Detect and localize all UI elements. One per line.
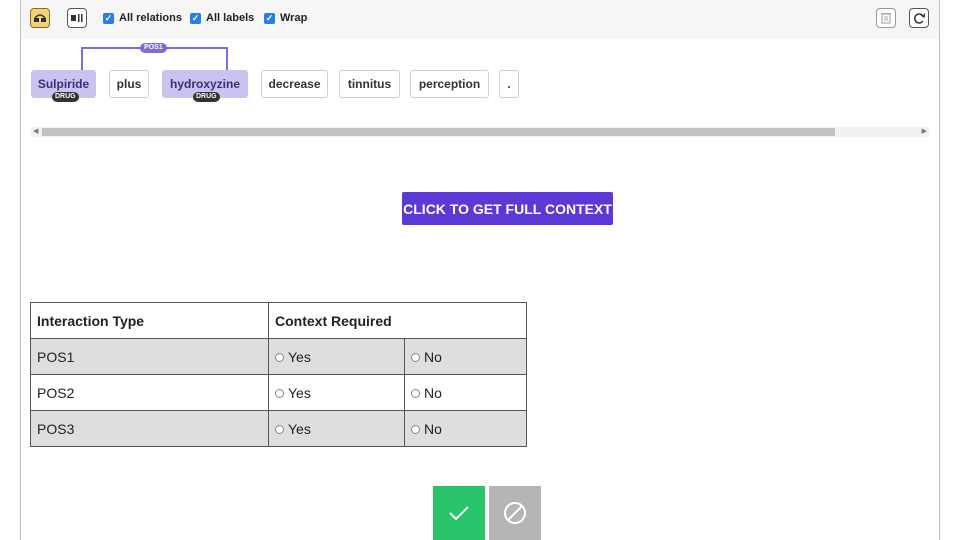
toolbar: ✓ All relations ✓ All labels ✓ Wrap (21, 0, 939, 39)
relation-mode-icon (34, 14, 46, 22)
yes-label: Yes (288, 420, 311, 437)
table-row: POS1 Yes No (30, 338, 527, 375)
checkbox-checked-icon: ✓ (264, 12, 275, 24)
relation-arc-left (81, 47, 83, 70)
radio-icon[interactable] (275, 425, 284, 435)
accept-button[interactable] (433, 486, 485, 540)
reset-button[interactable] (909, 8, 929, 28)
no-label: No (424, 420, 442, 437)
all-relations-label: All relations (119, 12, 182, 24)
checkbox-checked-icon: ✓ (190, 12, 201, 24)
radio-icon[interactable] (275, 389, 284, 399)
interaction-type-cell: POS3 (30, 410, 269, 447)
radio-icon[interactable] (275, 353, 284, 363)
token-tinnitus[interactable]: tinnitus (339, 70, 400, 98)
entity-label-badge[interactable]: DRUG (52, 92, 79, 102)
entity-mode-button[interactable] (67, 8, 87, 28)
no-option[interactable]: No (404, 410, 527, 447)
refresh-icon (913, 12, 925, 24)
interaction-table: Interaction Type Context Required POS1 Y… (30, 302, 527, 447)
interaction-type-cell: POS1 (30, 338, 269, 375)
get-full-context-button[interactable]: CLICK TO GET FULL CONTEXT (402, 192, 613, 225)
prohibited-icon (504, 502, 526, 524)
scroll-left-icon[interactable]: ◀ (33, 127, 38, 137)
table-row: POS3 Yes No (30, 410, 527, 447)
delete-button[interactable] (876, 8, 896, 28)
no-option[interactable]: No (404, 374, 527, 411)
trash-icon (881, 13, 891, 24)
all-labels-label: All labels (206, 12, 255, 24)
relation-arc-right (226, 47, 228, 70)
interaction-type-cell: POS2 (30, 374, 269, 411)
token-perception[interactable]: perception (410, 70, 489, 98)
yes-option[interactable]: Yes (268, 374, 405, 411)
check-icon (449, 506, 469, 521)
all-labels-checkbox[interactable]: ✓ All labels (190, 12, 254, 24)
scroll-thumb[interactable] (42, 128, 835, 136)
no-option[interactable]: No (404, 338, 527, 375)
yes-option[interactable]: Yes (268, 338, 405, 375)
wrap-label: Wrap (280, 12, 308, 24)
token-plus[interactable]: plus (109, 70, 149, 98)
radio-icon[interactable] (411, 425, 420, 435)
relation-tag[interactable]: POS1 (140, 43, 167, 53)
token-period[interactable]: . (499, 70, 519, 98)
yes-label: Yes (288, 348, 311, 365)
checkbox-checked-icon: ✓ (103, 12, 114, 24)
yes-option[interactable]: Yes (268, 410, 405, 447)
entity-label-badge[interactable]: DRUG (193, 92, 220, 102)
header-context-required: Context Required (268, 302, 527, 339)
header-interaction-type: Interaction Type (30, 302, 269, 339)
all-relations-checkbox[interactable]: ✓ All relations (103, 12, 182, 24)
radio-icon[interactable] (411, 353, 420, 363)
horizontal-scrollbar[interactable]: ◀ ▶ (31, 127, 929, 137)
no-label: No (424, 384, 442, 401)
yes-label: Yes (288, 384, 311, 401)
wrap-checkbox[interactable]: ✓ Wrap (264, 12, 307, 24)
table-row: POS2 Yes No (30, 374, 527, 411)
no-label: No (424, 348, 442, 365)
token-decrease[interactable]: decrease (261, 70, 328, 98)
scroll-right-icon[interactable]: ▶ (922, 127, 927, 137)
radio-icon[interactable] (411, 389, 420, 399)
relation-mode-button[interactable] (30, 8, 50, 28)
entity-mode-icon (71, 14, 83, 22)
annotation-panel: ✓ All relations ✓ All labels ✓ Wrap POS1… (20, 0, 940, 540)
reject-button[interactable] (489, 486, 541, 540)
